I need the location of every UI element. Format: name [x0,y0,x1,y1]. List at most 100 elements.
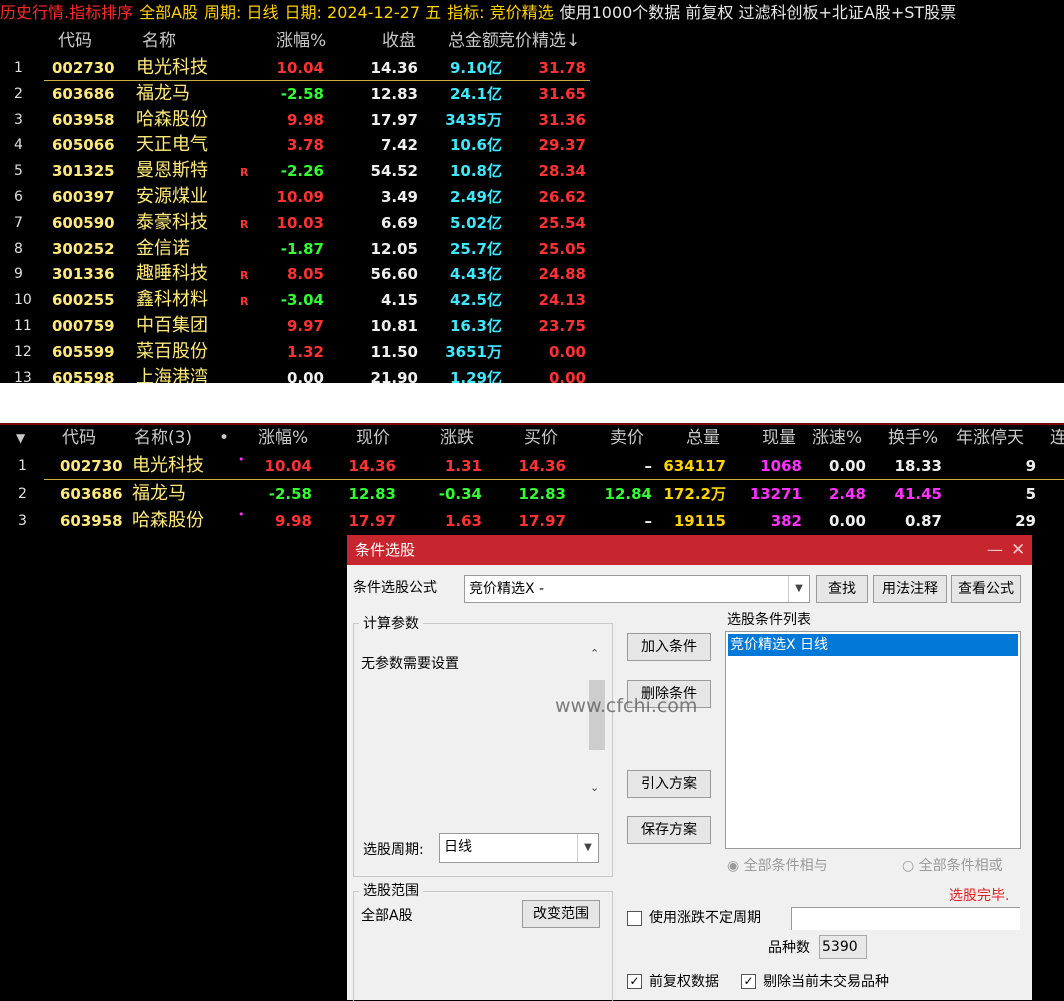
table-row[interactable]: 2 603686 福龙马 -2.58 12.83 -0.34 12.83 12.84 172.2… [0,481,1064,507]
condition-list-label: 选股条件列表 [727,612,811,628]
col-header-code[interactable]: 代码 [58,28,92,54]
radio-icon[interactable]: ○ [902,858,914,874]
dialog-title: 条件选股 [355,541,416,559]
fq-checkbox[interactable]: ✓ [627,974,642,989]
table-row[interactable]: 4 605066 天正电气 3.78 7.42 10.6亿 29.37 [0,132,600,158]
stock-name: 趣睡科技 [136,263,208,285]
dialog-titlebar[interactable]: 条件选股 — ✕ [347,535,1032,565]
fq-label: 前复权数据 [649,974,719,990]
selection-underline [44,479,1064,480]
col-header-bid[interactable]: 买价 [524,425,558,451]
menu-arrow-icon[interactable]: ▼ [16,425,25,451]
close-price: 12.83 [370,84,418,103]
stock-code: 000759 [52,317,115,335]
save-scheme-button[interactable]: 保存方案 [627,816,711,844]
stock-name: 曼恩斯特 [136,160,208,182]
price-change: 1.63 [444,512,482,530]
uncertain-period-checkbox[interactable] [627,911,642,926]
current-price: 12.83 [348,484,396,503]
add-condition-button[interactable]: 加入条件 [627,633,711,661]
table-row[interactable]: 6 600397 安源煤业 10.09 3.49 2.49亿 26.62 [0,184,600,210]
current-volume: 1068 [760,457,802,475]
table-row[interactable]: 3 603958 哈森股份 9.98 17.97 3435万 31.36 [0,107,600,133]
scroll-down-icon[interactable]: ⌄ [590,781,599,794]
col-header-speed[interactable]: 涨速% [812,425,862,451]
jj-value: 31.65 [538,84,586,103]
table-row[interactable]: 7 600590 泰豪科技 R 10.03 6.69 5.02亿 25.54 [0,210,600,236]
filter-info: 使用1000个数据 前复权 过滤科创板+北证A股+ST股票 [559,3,957,22]
col-header-close[interactable]: 收盘 [382,28,416,54]
row-index: 7 [14,214,23,231]
chevron-down-icon[interactable]: ▼ [577,834,598,862]
table-row[interactable]: 11 000759 中百集团 9.97 10.81 16.3亿 23.75 [0,313,600,339]
date-label[interactable]: 日期: 2024-12-27 五 [285,3,442,22]
period-select[interactable]: 日线 ▼ [439,833,599,863]
scroll-up-icon[interactable]: ⌃ [590,647,599,660]
row-index: 6 [14,189,23,205]
close-price: 54.52 [370,162,418,181]
limit-days: 29 [1015,512,1036,530]
jj-value: 29.37 [538,136,586,155]
chevron-down-icon[interactable]: ▼ [788,576,809,602]
col-header-amount[interactable]: 总金额 [448,28,499,54]
change-range-button[interactable]: 改变范围 [522,900,600,928]
col-header-limit-days[interactable]: 年涨停天 [956,425,1024,451]
col-header-name[interactable]: 名称 [142,28,176,54]
col-header-change[interactable]: 涨跌 [440,425,474,451]
table-row[interactable]: 8 300252 金信诺 -1.87 12.05 25.7亿 25.05 [0,236,600,262]
condition-list[interactable]: 竞价精选X 日线 [725,631,1021,849]
table-row[interactable]: 12 605599 菜百股份 1.32 11.50 3651万 0.00 [0,339,600,365]
table-row[interactable]: 5 301325 曼恩斯特 R -2.26 54.52 10.8亿 28.34 [0,158,600,184]
col-header-pct[interactable]: 涨幅% [276,28,326,54]
count-label: 品种数 [768,940,810,956]
stock-code: 605599 [52,342,115,361]
r-badge: R [240,217,249,231]
table-row[interactable]: 1 002730 电光科技 10.04 14.36 9.10亿 31.78 [0,55,600,81]
pct-change: 9.98 [274,512,312,530]
range-group-label: 选股范围 [359,880,423,900]
find-button[interactable]: 查找 [816,575,868,603]
pct-change: 8.05 [286,265,324,284]
indicator-label[interactable]: 指标: 竞价精选 [447,3,553,22]
stock-name: 电光科技 [132,455,204,476]
table-row[interactable]: 3 603958 哈森股份 • 9.98 17.97 1.63 17.97–19115 382 0… [0,508,1064,534]
view-formula-button[interactable]: 查看公式 [951,575,1021,603]
speed-pct: 2.48 [828,484,866,503]
col-header-code[interactable]: 代码 [62,425,96,451]
limit-days: 5 [1025,484,1036,503]
current-volume: 382 [770,512,802,530]
col-header-volume[interactable]: 总量 [686,425,720,451]
formula-combobox[interactable]: 竞价精选X - ▼ [464,575,810,603]
table-row[interactable]: 2 603686 福龙马 -2.58 12.83 24.1亿 31.65 [0,81,600,107]
col-header-turnover[interactable]: 换手% [888,425,938,451]
col-header-more[interactable]: 连 [1050,425,1064,451]
usage-notes-button[interactable]: 用法注释 [873,575,947,603]
radio-icon[interactable]: ◉ [727,858,739,874]
col-header-current-vol[interactable]: 现量 [762,425,796,451]
stock-name: 福龙马 [136,82,190,104]
table-row[interactable]: 10 600255 鑫科材料 R -3.04 4.15 42.5亿 24.13 [0,287,600,313]
minimize-icon[interactable]: — [987,535,1003,565]
market-label[interactable]: 全部A股 [139,3,198,22]
col-header-jj[interactable]: 竞价精选↓ [498,28,580,54]
radio-or[interactable]: ○ 全部条件相或 [902,855,1003,875]
count-value: 5390 [819,935,867,959]
r-badge: R [240,295,249,309]
period-label[interactable]: 周期: 日线 [204,3,278,22]
close-price: 12.05 [370,239,418,258]
col-header-price[interactable]: 现价 [356,425,390,451]
exclude-checkbox[interactable]: ✓ [741,974,756,989]
col-header-ask[interactable]: 卖价 [610,425,644,451]
stock-name: 中百集团 [136,315,208,336]
condition-list-item[interactable]: 竞价精选X 日线 [728,634,1018,656]
uncertain-period-input[interactable] [791,907,1020,930]
table-row[interactable]: 9 301336 趣睡科技 R 8.05 56.60 4.43亿 24.88 [0,261,600,287]
table-row[interactable]: 1 002730 电光科技 • 10.04 14.36 1.31 14.36–634117 10… [0,453,1064,479]
params-scrollbar[interactable]: ⌃ ⌄ [587,645,607,800]
import-scheme-button[interactable]: 引入方案 [627,770,711,798]
total-amount: 3651万 [445,342,502,361]
col-header-name[interactable]: 名称(3) [134,425,192,451]
col-header-pct[interactable]: 涨幅% [258,425,308,451]
radio-and[interactable]: ◉ 全部条件相与 [727,855,828,875]
close-icon[interactable]: ✕ [1011,535,1025,565]
